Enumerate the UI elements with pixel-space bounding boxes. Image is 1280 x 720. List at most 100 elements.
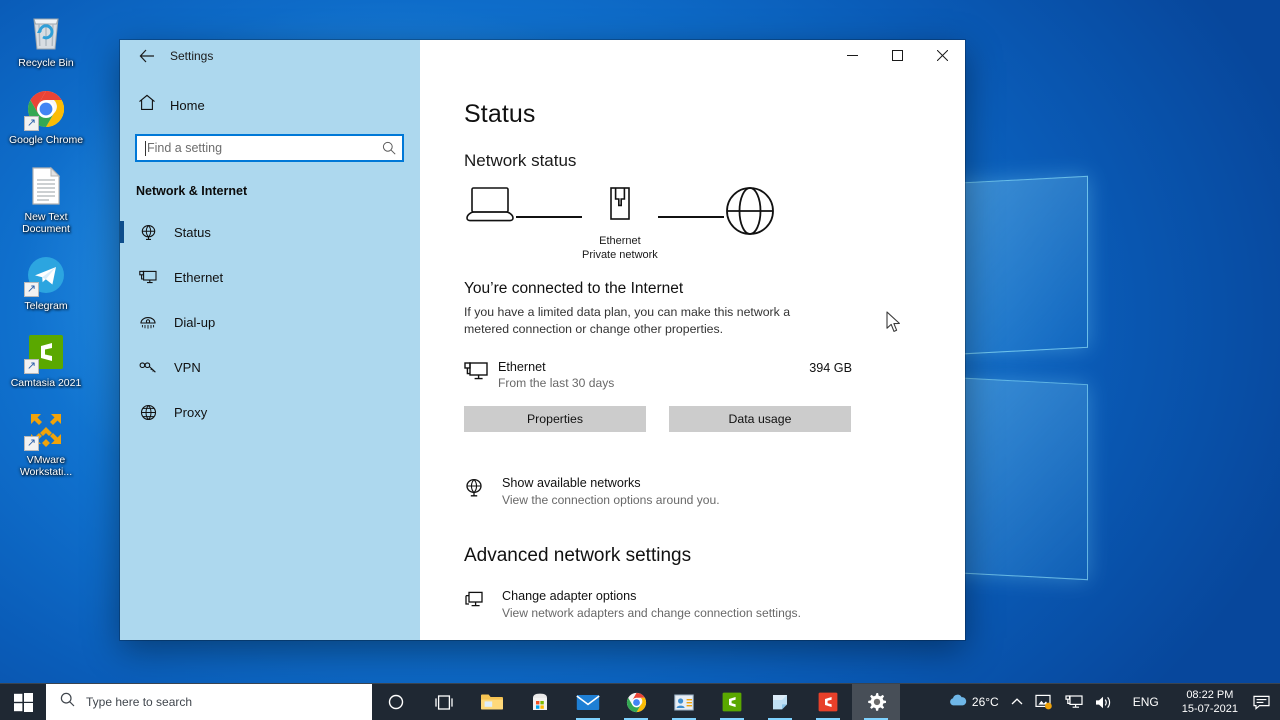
recycle-bin-icon	[24, 10, 68, 54]
shortcut-badge-icon: ↗	[24, 116, 39, 131]
change-adapter-options-link[interactable]: Change adapter options View network adap…	[464, 589, 884, 620]
sidebar-item-home[interactable]: Home	[120, 86, 420, 124]
desktop-icon-new-text-document[interactable]: New Text Document	[2, 160, 90, 235]
chrome-icon[interactable]	[612, 684, 660, 720]
adapter-usage-row: Ethernet From the last 30 days 394 GB	[464, 360, 852, 390]
desktop[interactable]: Recycle Bin ↗ Google Chrome New Text Doc…	[0, 0, 1280, 720]
window-body: Home Find a setting Network & Internet S…	[120, 72, 965, 640]
maximize-button[interactable]	[875, 40, 920, 71]
desktop-icon-label: Camtasia 2021	[10, 377, 82, 389]
sidebar-home-label: Home	[170, 97, 205, 113]
camtasia-icon: ↗	[24, 330, 68, 374]
action-button-row: Properties Data usage	[464, 406, 965, 432]
settings-main-content: Status Network status Ethernet Private n…	[420, 72, 965, 640]
link-subtitle: View network adapters and change connect…	[502, 606, 801, 620]
back-button[interactable]	[134, 44, 160, 68]
task-view-icon[interactable]	[420, 684, 468, 720]
connection-description: If you have a limited data plan, you can…	[464, 305, 791, 336]
file-explorer-icon[interactable]	[468, 684, 516, 720]
desktop-icon-label: New Text Document	[22, 211, 70, 235]
notification-icon[interactable]	[1247, 684, 1276, 720]
diagram-network: Ethernet Private network	[582, 185, 658, 262]
start-button[interactable]	[0, 684, 46, 720]
clock-widget[interactable]: 08:22 PM 15-07-2021	[1173, 684, 1247, 720]
mail-icon[interactable]	[564, 684, 612, 720]
network-diagram: Ethernet Private network	[464, 185, 965, 262]
show-hidden-icons-button[interactable]	[1005, 684, 1029, 720]
shortcut-badge-icon: ↗	[24, 359, 39, 374]
contacts-icon[interactable]	[660, 684, 708, 720]
camtasia-recorder-icon[interactable]	[804, 684, 852, 720]
taskbar-search-box[interactable]: Type here to search	[46, 683, 372, 720]
sidebar-item-vpn[interactable]: VPN	[120, 345, 420, 390]
laptop-icon	[464, 185, 516, 230]
title-bar-left: Settings	[120, 40, 420, 72]
volume-tray-icon[interactable]	[1089, 684, 1119, 720]
dialup-icon	[138, 315, 158, 331]
link-text-block: Show available networks View the connect…	[502, 476, 720, 507]
desktop-icon-camtasia[interactable]: ↗ Camtasia 2021	[2, 326, 90, 389]
ethernet-icon	[138, 270, 158, 286]
sidebar-item-status[interactable]: Status	[120, 210, 420, 255]
home-icon	[138, 94, 156, 116]
sidebar-item-label: Proxy	[174, 405, 208, 420]
vpn-icon	[138, 361, 158, 375]
diagram-device	[464, 185, 516, 230]
connection-heading: You’re connected to the Internet	[464, 280, 684, 297]
sticky-notes-icon[interactable]	[756, 684, 804, 720]
sidebar-group-title: Network & Internet	[136, 184, 248, 198]
shortcut-badge-icon: ↗	[24, 436, 39, 451]
window-title-bar[interactable]: Settings	[120, 40, 965, 72]
adapter-period: From the last 30 days	[498, 376, 615, 390]
diagram-wire	[516, 216, 582, 218]
search-placeholder: Find a setting	[147, 141, 223, 155]
sidebar-item-proxy[interactable]: Proxy	[120, 390, 420, 435]
settings-gear-icon[interactable]	[852, 683, 900, 720]
search-input[interactable]: Find a setting	[135, 134, 404, 162]
diagram-network-caption: Ethernet Private network	[582, 234, 658, 262]
camtasia-icon[interactable]	[708, 684, 756, 720]
network-status-heading: Network status	[464, 151, 577, 170]
globe-network-icon	[464, 476, 486, 498]
diagram-internet	[724, 185, 776, 242]
minimize-button[interactable]	[830, 40, 875, 71]
cortana-button[interactable]	[372, 684, 420, 720]
adapter-text: Ethernet From the last 30 days	[498, 360, 809, 390]
chrome-icon: ↗	[24, 87, 68, 131]
desktop-icon-label: VMware Workstati...	[19, 454, 73, 478]
desktop-icon-label: Recycle Bin	[18, 57, 74, 69]
taskbar-app-list	[372, 683, 900, 720]
weather-widget[interactable]: 26°C	[942, 684, 1005, 720]
taskbar[interactable]: Type here to search 26°C ENG 08:22 PM 15…	[0, 683, 1280, 720]
desktop-icon-google-chrome[interactable]: ↗ Google Chrome	[2, 83, 90, 146]
window-controls	[420, 40, 965, 72]
onedrive-tray-icon[interactable]	[1029, 684, 1059, 720]
show-available-networks-link[interactable]: Show available networks View the connect…	[464, 476, 884, 507]
properties-button[interactable]: Properties	[464, 406, 646, 432]
globe-icon	[724, 185, 776, 242]
page-title: Status	[464, 100, 536, 128]
close-button[interactable]	[920, 40, 965, 71]
language-indicator[interactable]: ENG	[1119, 684, 1173, 720]
diagram-network-name: Ethernet	[599, 235, 641, 247]
globe-status-icon	[138, 224, 158, 241]
desktop-icon-telegram[interactable]: ↗ Telegram	[2, 249, 90, 312]
sidebar-item-dial-up[interactable]: Dial-up	[120, 300, 420, 345]
link-title: Change adapter options	[502, 589, 637, 603]
diagram-wire	[657, 216, 724, 218]
cloud-icon	[948, 693, 968, 712]
desktop-icon-label: Google Chrome	[8, 134, 84, 146]
adapter-monitor-icon	[464, 589, 486, 611]
data-usage-button[interactable]: Data usage	[669, 406, 851, 432]
desktop-icon-recycle-bin[interactable]: Recycle Bin	[2, 6, 90, 69]
desktop-icon-vmware-workstation[interactable]: ↗ VMware Workstati...	[2, 403, 90, 478]
desktop-icon-label: Telegram	[24, 300, 68, 312]
settings-window[interactable]: Settings Home Find a setting Network & I…	[120, 40, 965, 640]
ethernet-port-icon	[603, 185, 637, 230]
network-tray-icon[interactable]	[1059, 684, 1089, 720]
microsoft-store-icon[interactable]	[516, 684, 564, 720]
link-title: Show available networks	[502, 476, 641, 490]
link-subtitle: View the connection options around you.	[502, 493, 720, 507]
sidebar-item-ethernet[interactable]: Ethernet	[120, 255, 420, 300]
window-title: Settings	[170, 49, 214, 63]
